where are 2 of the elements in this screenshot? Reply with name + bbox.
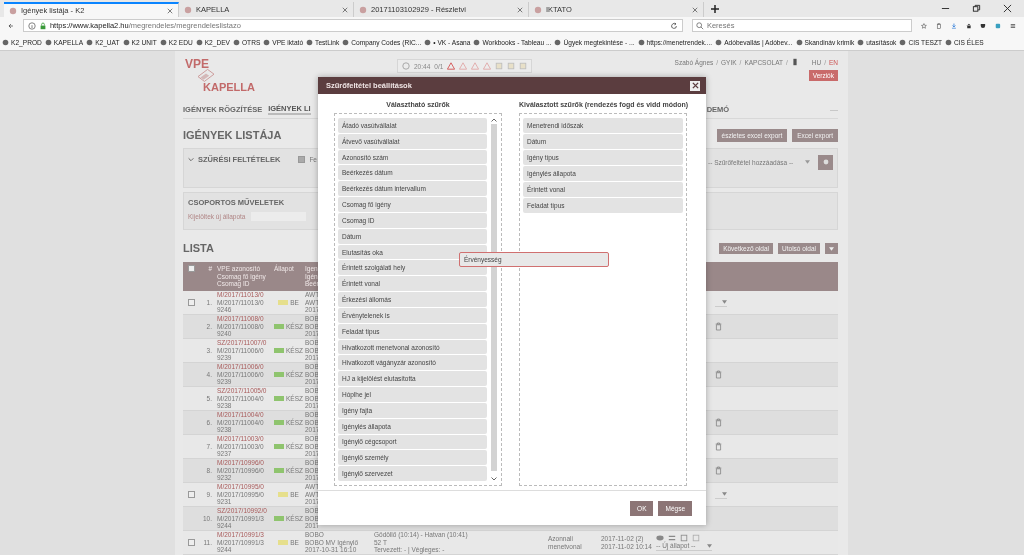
page-title: IGÉNYEK LISTÁJA bbox=[183, 129, 282, 141]
list-title: LISTA bbox=[183, 242, 214, 254]
